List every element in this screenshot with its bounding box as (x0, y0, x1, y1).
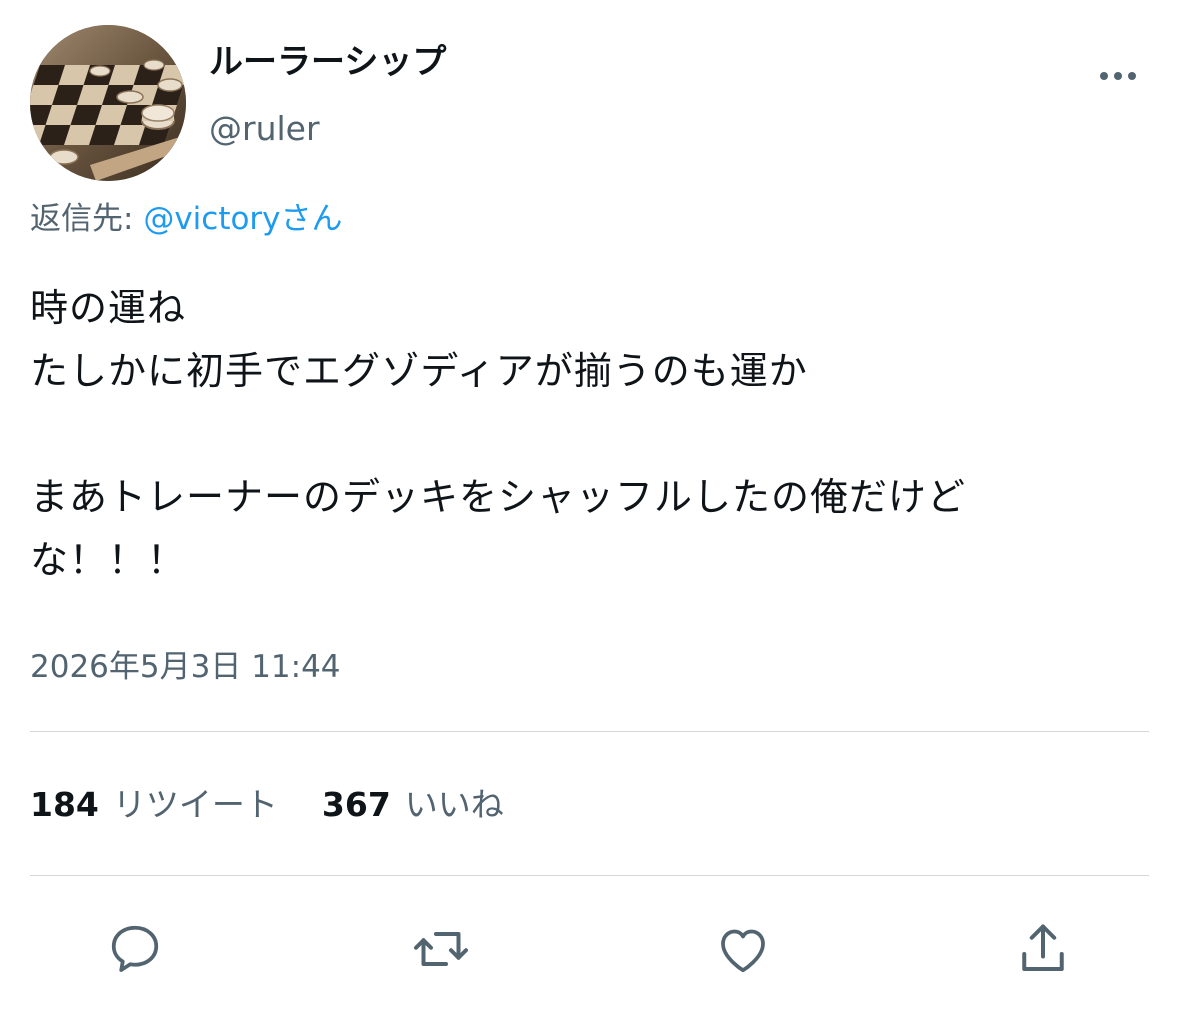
retweets-stat[interactable]: 184 リツイート (30, 783, 278, 827)
more-horizontal-icon (1100, 72, 1136, 80)
like-button[interactable] (708, 914, 778, 984)
divider (30, 875, 1149, 876)
user-handle[interactable]: @ruler (209, 108, 320, 150)
retweet-icon (414, 932, 468, 966)
reply-context: 返信先: @victoryさん (30, 198, 343, 240)
like-count: 367 (321, 785, 391, 824)
avatar-image (30, 25, 186, 181)
reply-icon (111, 925, 159, 972)
heart-icon (721, 929, 765, 973)
retweet-label: リツイート (112, 785, 278, 824)
share-button[interactable] (1008, 914, 1078, 984)
more-options-button[interactable] (1088, 56, 1148, 96)
like-label: いいね (404, 785, 504, 824)
display-name[interactable]: ルーラーシップ (209, 40, 446, 84)
reply-mention-link[interactable]: @victory (143, 201, 280, 237)
engagement-stats: 184 リツイート 367 いいね (30, 783, 504, 827)
retweet-button[interactable] (406, 914, 476, 984)
tweet: ルーラーシップ @ruler 返信先: @victoryさん 時の運ね たしかに… (0, 0, 1179, 1023)
divider (30, 731, 1149, 732)
reply-prefix: 返信先: (30, 201, 144, 237)
tweet-text: 時の運ね たしかに初手でエグゾディアが揃うのも運か まあトレーナーのデッキをシャ… (30, 286, 967, 582)
share-icon (1022, 924, 1064, 971)
tweet-timestamp[interactable]: 2026年5月3日 11:44 (30, 646, 341, 688)
likes-stat[interactable]: 367 いいね (322, 783, 504, 827)
avatar[interactable] (30, 25, 186, 181)
reply-suffix: さん (280, 201, 343, 237)
retweet-count: 184 (30, 785, 99, 824)
reply-button[interactable] (100, 914, 170, 984)
